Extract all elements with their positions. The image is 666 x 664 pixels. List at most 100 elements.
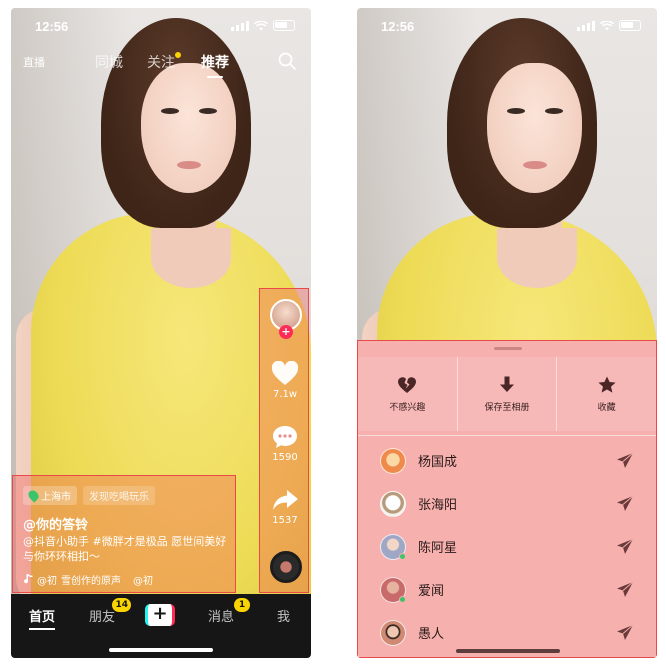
side-action-column: + 7.1w 1590 1537 [259, 288, 309, 593]
send-icon[interactable] [616, 452, 634, 469]
bottom-nav: 首页 朋友 14 + 消息 1 我 [11, 594, 311, 658]
sheet-grabber[interactable] [494, 347, 522, 350]
contact-row[interactable]: 愚人 [358, 611, 656, 654]
location-row[interactable]: 上海市 发现吃喝玩乐 [23, 486, 155, 505]
online-indicator [399, 595, 406, 603]
contact-row[interactable]: 爱闻 [358, 568, 656, 611]
eye-left [507, 108, 525, 114]
messages-badge: 1 [234, 598, 251, 612]
system-icons [231, 20, 295, 31]
nav-home[interactable]: 首页 [29, 606, 56, 630]
eye-left [161, 108, 179, 114]
share-count: 1537 [272, 515, 298, 526]
save-to-album-button[interactable]: 保存至相册 [458, 357, 558, 431]
follow-plus-icon[interactable]: + [279, 325, 293, 339]
collar-shape [151, 228, 231, 288]
lips [523, 161, 547, 169]
online-indicator [399, 552, 406, 560]
status-bar: 12:56 [357, 8, 657, 42]
tab-following[interactable]: 关注 [147, 52, 181, 72]
contact-avatar [380, 533, 406, 560]
create-button[interactable]: + [145, 604, 175, 626]
cellular-signal-icon [577, 20, 595, 31]
tab-nearby[interactable]: 同城 [95, 52, 123, 72]
eye-right [545, 108, 563, 114]
location-subtitle[interactable]: 发现吃喝玩乐 [83, 486, 155, 505]
location-pin-icon [26, 488, 41, 503]
contact-row[interactable]: 张海阳 [358, 482, 656, 525]
music-suffix: @初 [133, 576, 153, 587]
status-bar: 12:56 [11, 8, 311, 42]
left-phone-screen: 12:56 直播 同城 关注 推荐 + 7.1w 1590 1537 上海市 发… [11, 8, 311, 658]
battery-icon [619, 20, 641, 31]
share-sheet: 不感兴趣 保存至相册 收藏 杨国成 张海阳 陈阿星 爱闻 愚人 [357, 340, 657, 658]
collar-shape [497, 228, 577, 288]
video-description[interactable]: @抖音小助手 #微胖才是极品 愿世间美好与你环环相扣～ [23, 534, 231, 564]
contact-avatar [380, 576, 406, 603]
star-icon [598, 376, 616, 393]
send-icon[interactable] [616, 495, 634, 512]
save-to-album-label: 保存至相册 [484, 402, 530, 413]
contact-name: 张海阳 [418, 498, 458, 513]
tab-recommend[interactable]: 推荐 [201, 52, 229, 78]
live-button[interactable]: 直播 [23, 54, 45, 70]
not-interested-label: 不感兴趣 [389, 402, 426, 413]
contact-name: 愚人 [418, 627, 445, 642]
music-row[interactable]: @初 雪创作的原声 @初 [23, 572, 153, 587]
comment-count: 1590 [272, 452, 298, 463]
contact-list: 杨国成 张海阳 陈阿星 爱闻 愚人 [358, 439, 656, 654]
contact-name: 爱闻 [418, 584, 445, 599]
broken-heart-icon [398, 376, 417, 393]
contact-row[interactable]: 陈阿星 [358, 525, 656, 568]
download-icon [500, 376, 514, 392]
contact-name: 陈阿星 [418, 541, 458, 556]
tab-following-label: 关注 [147, 55, 175, 71]
battery-icon [273, 20, 295, 31]
comment-icon [273, 426, 297, 448]
share-button[interactable]: 1537 [260, 487, 310, 526]
send-icon[interactable] [616, 624, 634, 641]
contact-avatar [380, 619, 406, 646]
search-icon[interactable] [277, 51, 297, 71]
comment-button[interactable]: 1590 [260, 424, 310, 463]
nav-friends-label: 朋友 [89, 610, 116, 625]
new-content-dot [175, 52, 181, 58]
top-nav: 直播 同城 关注 推荐 [11, 48, 311, 78]
location-chip[interactable]: 上海市 [23, 486, 77, 505]
not-interested-button[interactable]: 不感兴趣 [358, 357, 458, 431]
caption-overlay: 上海市 发现吃喝玩乐 @你的答铃 @抖音小助手 #微胖才是极品 愿世间美好与你环… [12, 475, 236, 593]
nav-messages-label: 消息 [208, 610, 235, 625]
friends-badge: 14 [112, 598, 132, 612]
quick-actions: 不感兴趣 保存至相册 收藏 [358, 357, 656, 431]
lips [177, 161, 201, 169]
right-phone-screen: 12:56 不感兴趣 保存至相册 收藏 杨国成 张海阳 陈阿星 爱闻 愚人 [357, 8, 657, 658]
contact-avatar [380, 447, 406, 474]
nav-friends[interactable]: 朋友 14 [89, 598, 132, 625]
nav-me[interactable]: 我 [277, 606, 290, 625]
face-shape [487, 63, 582, 193]
like-button[interactable]: 7.1w [260, 361, 310, 400]
wifi-icon [600, 20, 614, 30]
nav-messages[interactable]: 消息 1 [208, 598, 251, 625]
contact-avatar [380, 490, 406, 517]
contact-name: 杨国成 [418, 455, 458, 470]
author-name[interactable]: @你的答铃 [23, 514, 88, 533]
eye-right [199, 108, 217, 114]
send-icon[interactable] [616, 581, 634, 598]
system-icons [577, 20, 641, 31]
contact-row[interactable]: 杨国成 [358, 439, 656, 482]
home-indicator [456, 649, 560, 653]
favorite-button[interactable]: 收藏 [557, 357, 656, 431]
music-disc-icon[interactable] [270, 551, 302, 583]
send-icon[interactable] [616, 538, 634, 555]
location-name: 上海市 [41, 492, 71, 503]
cellular-signal-icon [231, 20, 249, 31]
music-prefix: @初 [37, 576, 57, 587]
status-time: 12:56 [35, 19, 69, 34]
wifi-icon [254, 20, 268, 30]
section-divider [358, 435, 656, 436]
favorite-label: 收藏 [597, 402, 616, 413]
heart-icon [271, 361, 299, 385]
music-note-icon [24, 574, 33, 584]
face-shape [141, 63, 236, 193]
